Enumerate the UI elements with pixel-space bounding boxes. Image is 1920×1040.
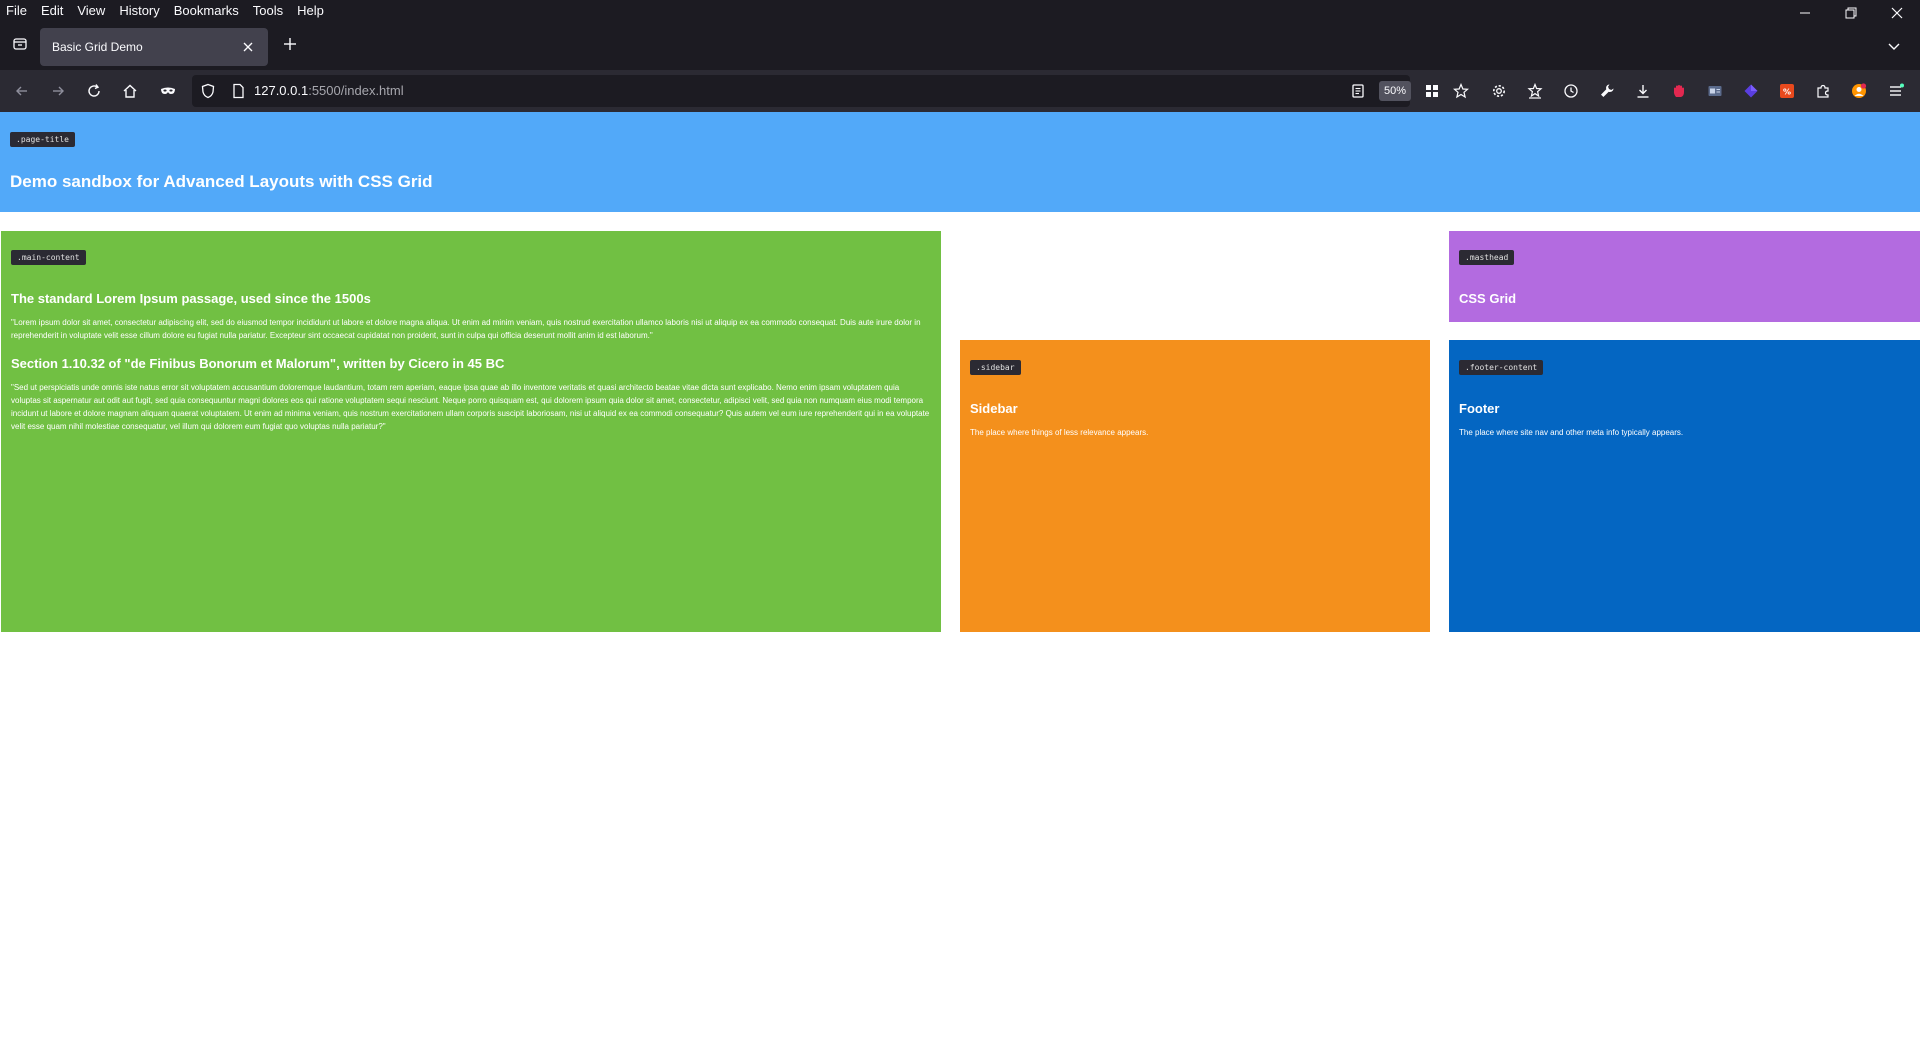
menu-help[interactable]: Help [291,0,332,22]
history-button[interactable] [1559,79,1583,103]
tab-basic-grid-demo[interactable]: Basic Grid Demo [40,28,268,66]
main-content-section: .main-content The standard Lorem Ipsum p… [1,231,941,632]
site-info-button[interactable] [226,79,250,103]
extensions-button[interactable] [1811,79,1835,103]
footer-text: The place where site nav and other meta … [1459,428,1684,437]
menu-edit[interactable]: Edit [35,0,71,22]
main-menu-button[interactable] [1884,79,1908,103]
menu-bookmarks[interactable]: Bookmarks [168,0,247,22]
class-tag: .footer-content [1459,360,1544,375]
app-grid-button[interactable] [1420,79,1444,103]
url-path: :5500/index.html [308,83,404,98]
gear-icon [1493,85,1505,97]
new-tab-button[interactable] [278,32,302,56]
chevron-down-icon [1888,43,1900,50]
tab-title: Basic Grid Demo [52,40,143,54]
footer-section: .footer-content Footer The place where s… [1449,340,1920,632]
settings-button[interactable] [1487,79,1511,103]
firefox-view-button[interactable] [8,32,32,56]
sidebar-section: .sidebar Sidebar The place where things … [960,340,1430,632]
close-icon [243,42,253,52]
bookmark-button[interactable] [1449,79,1473,103]
address-bar[interactable]: 127.0.0.1:5500/index.html 50% [192,75,1412,107]
menu-view[interactable]: View [71,0,113,22]
reload-button[interactable] [82,79,106,103]
arrow-left-icon [16,86,27,96]
reload-icon [88,84,100,97]
menu-file[interactable]: File [0,0,35,22]
hand-stop-icon [1673,85,1684,97]
avatar-icon [1852,83,1867,98]
restore-icon [1845,7,1857,19]
masthead-heading: CSS Grid [1459,291,1517,306]
firefox-view-icon [13,38,27,50]
list-all-tabs-button[interactable] [1882,34,1906,58]
window-controls [1782,0,1920,22]
url-host: 127.0.0.1 [254,83,309,98]
forward-button[interactable] [46,79,70,103]
masthead-section: .masthead CSS Grid [1449,231,1920,322]
navigation-toolbar: 127.0.0.1:5500/index.html 50% % [0,70,1920,112]
cicero-paragraph: "Sed ut perspiciatis unde omnis iste nat… [11,383,930,431]
reader-view-button[interactable] [1346,79,1370,103]
mask-icon [161,87,175,94]
puzzle-piece-icon [1817,84,1829,98]
extension-cube-button[interactable] [1739,79,1763,103]
url-text: 127.0.0.1:5500/index.html [254,83,404,98]
tracking-protection-button[interactable] [196,79,220,103]
menu-bar: File Edit View History Bookmarks Tools H… [0,0,1920,22]
plus-icon [284,38,296,50]
footer-heading: Footer [1459,401,1500,416]
download-icon [1637,85,1649,98]
grid-icon [1426,85,1438,97]
menu-tools[interactable]: Tools [247,0,291,22]
wrench-icon [1601,84,1614,97]
class-tag: .main-content [11,250,86,265]
class-tag: .sidebar [970,360,1021,375]
star-icon [1453,83,1469,99]
sidebar-heading: Sidebar [970,401,1018,416]
svg-text:%: % [1783,88,1791,97]
home-icon [123,84,137,98]
web-page: .page-title Demo sandbox for Advanced La… [0,112,1920,1040]
cube-icon [1744,84,1758,98]
class-tag: .page-title [10,132,75,147]
starred-list-icon [1527,83,1543,99]
sidebar-text: The place where things of less relevance… [970,428,1149,437]
arrow-right-icon [53,86,64,96]
lorem-paragraph: "Lorem ipsum dolor sit amet, consectetur… [11,318,921,340]
private-browsing-button[interactable] [156,79,180,103]
close-icon [1891,7,1903,19]
page-title: Demo sandbox for Advanced Layouts with C… [10,172,433,191]
zoom-level-button[interactable]: 50% [1379,81,1412,101]
developer-tools-button[interactable] [1595,79,1619,103]
page-title-section: .page-title Demo sandbox for Advanced La… [0,112,1920,212]
clock-icon [1564,84,1578,98]
downloads-button[interactable] [1631,79,1655,103]
extension-adblock-button[interactable] [1667,79,1691,103]
hamburger-menu-icon [1890,83,1904,96]
back-button[interactable] [10,79,34,103]
extension-translate-button[interactable]: % [1775,79,1799,103]
tab-bar: Basic Grid Demo [0,22,1920,70]
menu-history[interactable]: History [113,0,167,22]
lorem-heading: The standard Lorem Ipsum passage, used s… [11,291,371,306]
extension-window-button[interactable] [1703,79,1727,103]
shield-icon [201,83,215,99]
window-extension-icon [1708,86,1722,96]
tab-close-button[interactable] [240,39,256,55]
translate-icon: % [1780,84,1794,98]
minimize-icon [1800,12,1810,14]
cicero-heading: Section 1.10.32 of "de Finibus Bonorum e… [11,356,505,371]
page-icon [233,83,244,99]
bookmarks-list-button[interactable] [1523,79,1547,103]
account-button[interactable] [1847,79,1871,103]
reader-view-icon [1352,84,1364,98]
class-tag: .masthead [1459,250,1515,265]
home-button[interactable] [118,79,142,103]
